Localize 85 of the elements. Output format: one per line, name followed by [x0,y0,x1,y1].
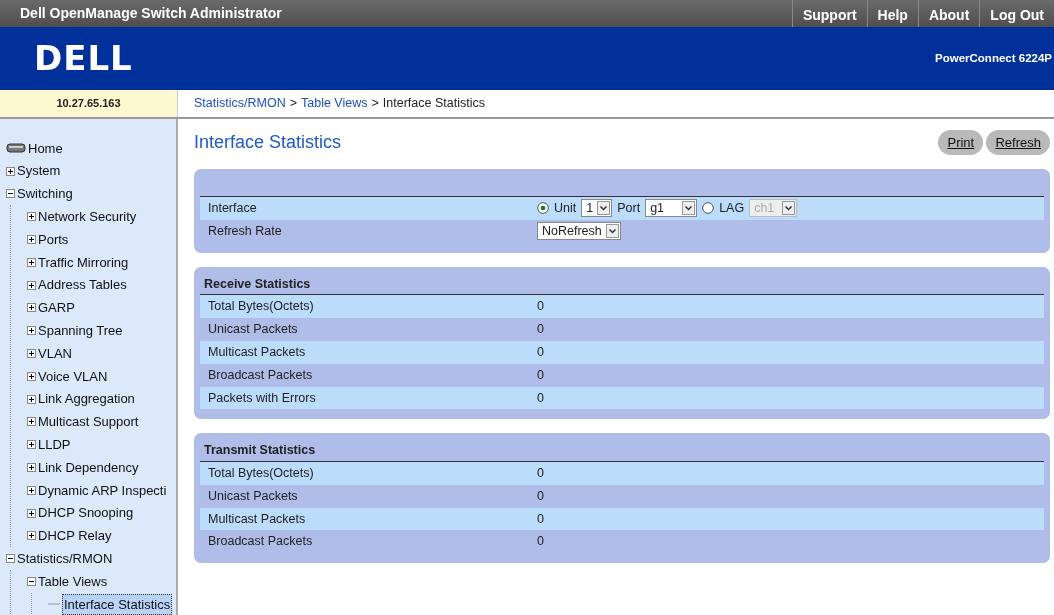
dropdown-caret-icon [782,201,796,216]
stat-label: Multicast Packets [207,510,307,528]
radio-label: LAG [719,200,745,217]
stat-value: 0 [537,487,544,505]
stat-value: 0 [537,389,544,407]
sidebar-item[interactable]: Multicast Support [38,412,139,432]
stat-value: 0 [537,298,544,316]
sidebar-item[interactable]: Link Aggregation [38,389,135,409]
expand-icon[interactable] [27,485,36,495]
dropdown[interactable]: g1 [645,199,698,218]
sidebar-item[interactable]: GARP [38,298,75,318]
sidebar-item[interactable]: Table Views [38,571,108,592]
stat-label: Packets with Errors [207,389,317,407]
breadcrumb-link[interactable]: Statistics/RMON [194,94,286,113]
radio-button[interactable] [702,202,715,215]
stat-value: 0 [537,510,544,528]
radio-label: Unit [554,200,577,217]
breadcrumb-separator: > [371,95,379,113]
expand-icon[interactable] [27,303,36,313]
sidebar-item[interactable]: DHCP Snooping [38,503,134,523]
expand-icon[interactable] [27,394,36,404]
sidebar-item[interactable]: Address Tables [38,275,127,295]
expand-icon[interactable] [27,349,36,359]
expand-icon[interactable] [27,326,36,336]
switch-address: 10.27.65.163 [0,90,177,117]
dropdown-caret-icon [605,224,619,239]
breadcrumb-current: Interface Statistics [382,95,485,113]
breadcrumb-separator: > [289,95,297,113]
expand-icon[interactable] [27,508,36,518]
expand-icon[interactable] [27,531,36,541]
sidebar-item[interactable]: Switching [17,184,73,204]
sidebar-item[interactable]: LLDP [38,435,71,455]
dropdown[interactable]: NoRefresh [537,222,621,241]
sidebar-item[interactable]: Home [28,138,63,159]
expand-icon[interactable] [6,166,15,176]
sidebar-item[interactable]: VLAN [38,343,72,364]
stat-label: Unicast Packets [207,487,299,505]
expand-icon[interactable] [27,371,36,381]
stat-value: 0 [537,366,544,384]
sidebar-item[interactable]: Voice VLAN [38,366,108,387]
expand-icon[interactable] [27,257,36,267]
product-name: PowerConnect 6224P [935,50,1053,66]
page-title: Interface Statistics [194,131,342,154]
stat-label: Broadcast Packets [207,533,314,551]
sidebar-item[interactable]: Link Dependency [38,457,139,478]
field-label: Port [617,200,641,217]
expand-icon[interactable] [27,463,36,473]
stat-value: 0 [537,343,544,361]
window-title: Dell OpenManage Switch Administrator [20,4,282,23]
action-button[interactable]: Print [938,129,984,156]
breadcrumb-link[interactable]: Table Views [301,94,368,113]
sidebar-item[interactable]: Traffic Mirroring [38,252,129,273]
expand-icon[interactable] [27,280,36,290]
stat-label: Multicast Packets [207,343,307,361]
logo: DELL [34,37,133,80]
drive-icon [6,142,26,155]
dropdown[interactable]: 1 [581,199,613,218]
sidebar-item[interactable]: Statistics/RMON [17,549,113,569]
expand-icon[interactable] [27,212,36,222]
stat-label: Total Bytes(Octets) [207,298,315,316]
sidebar-item[interactable]: Interface Statistics [62,593,173,615]
dropdown-caret-icon [597,201,611,216]
dropdown-caret-icon [682,201,696,216]
stat-value: 0 [537,321,544,339]
sidebar-item[interactable]: DHCP Relay [38,526,112,546]
sidebar-item[interactable]: Ports [38,229,69,250]
sidebar-item[interactable]: Dynamic ARP Inspecti [38,480,167,501]
radio-button[interactable] [537,202,549,215]
expand-icon[interactable] [27,417,36,427]
expand-icon[interactable] [27,235,36,245]
collapse-icon[interactable] [6,189,15,199]
stat-label: Unicast Packets [207,321,299,339]
collapse-icon[interactable] [6,554,15,564]
sidebar-item[interactable]: Spanning Tree [38,321,123,341]
field-label: Interface [207,200,258,217]
expand-icon[interactable] [27,440,36,450]
stat-value: 0 [537,533,544,551]
stat-label: Broadcast Packets [207,366,314,384]
sidebar-item[interactable]: System [17,161,61,181]
field-label: Refresh Rate [207,222,283,240]
action-button[interactable]: Refresh [986,129,1050,156]
collapse-icon[interactable] [27,577,36,587]
stat-label: Total Bytes(Octets) [207,465,315,483]
stat-value: 0 [537,465,544,483]
sidebar-item[interactable]: Network Security [38,207,137,227]
